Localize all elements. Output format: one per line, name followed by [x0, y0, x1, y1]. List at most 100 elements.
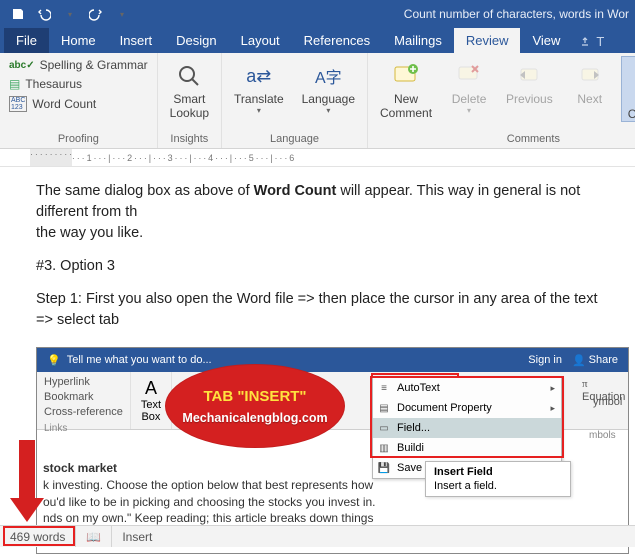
new-label: New: [394, 92, 418, 106]
bookmark-item: Bookmark: [44, 390, 123, 404]
group-label-proofing: Proofing: [6, 131, 151, 148]
next-icon: [578, 60, 602, 92]
symbol-label-cut: ymbol: [593, 396, 622, 408]
spelling-label: Spelling & Grammar: [40, 58, 148, 72]
highlight-menu: [370, 376, 564, 458]
smart-lookup-button[interactable]: Smart Lookup: [164, 56, 215, 120]
previous-label: Previous: [506, 92, 553, 106]
comment-label: Comment: [380, 106, 432, 120]
embed-doc-text: stock market k investing. Choose the opt…: [43, 460, 428, 527]
chevron-down-icon: ▾: [326, 106, 330, 115]
tab-file[interactable]: File: [4, 28, 49, 53]
status-bar: 469 words 📖 Insert: [0, 525, 635, 547]
undo-dropdown-icon[interactable]: ▾: [62, 6, 78, 22]
tell-me-text: Tell me what you want to do...: [67, 354, 212, 366]
tooltip-title: Insert Field: [434, 466, 562, 478]
word-count-button[interactable]: ABC123 Word Count: [6, 94, 151, 114]
chevron-down-icon: ▾: [257, 106, 261, 115]
next-comment-button[interactable]: Next: [565, 56, 615, 122]
proofing-icon: 📖: [86, 530, 101, 544]
group-comments: New Comment Delete ▾ Previous Next Show …: [368, 53, 635, 148]
smart-label: Smart: [173, 92, 205, 106]
word-count-value: 469 words: [10, 530, 65, 544]
tab-view[interactable]: View: [520, 28, 572, 53]
spelling-grammar-button[interactable]: abc✓ Spelling & Grammar: [6, 56, 151, 74]
group-language: a⇄ Translate ▾ A字 Language ▾ Language: [222, 53, 368, 148]
tell-me-icon[interactable]: T: [572, 30, 612, 53]
title-bar: ▾ ▾ Count number of characters, words in…: [0, 0, 635, 28]
symbols-grouplabel-cut: mbols: [589, 430, 616, 441]
links-label: Links: [44, 422, 123, 435]
tab-home[interactable]: Home: [49, 28, 108, 53]
embedded-screenshot: 💡 Tell me what you want to do... Sign in…: [36, 347, 629, 554]
show-comments-button[interactable]: Show Comments: [621, 56, 635, 122]
lightbulb-icon: 💡: [47, 354, 61, 367]
paragraph-2: #3. Option 3: [36, 256, 617, 277]
translate-label: Translate: [234, 92, 284, 106]
tab-design[interactable]: Design: [164, 28, 228, 53]
previous-comment-button[interactable]: Previous: [500, 56, 559, 122]
embed-titlebar: 💡 Tell me what you want to do... Sign in…: [37, 348, 628, 372]
delete-label: Delete: [452, 92, 487, 106]
field-tooltip: Insert Field Insert a field.: [425, 461, 571, 497]
word-count-label: Word Count: [32, 97, 96, 111]
new-comment-button[interactable]: New Comment: [374, 56, 438, 122]
ruler-margin: · · · · · · · · ·: [30, 149, 72, 167]
thesaurus-icon: ▤: [9, 77, 20, 91]
tab-mailings[interactable]: Mailings: [382, 28, 454, 53]
word-count-status[interactable]: 469 words: [0, 526, 76, 547]
tab-insert[interactable]: Insert: [108, 28, 165, 53]
embed-heading: stock market: [43, 460, 428, 477]
thesaurus-label: Thesaurus: [25, 77, 82, 91]
embed-line3: ou'd like to be in picking and choosing …: [43, 494, 428, 511]
site-watermark: Mechanicalengblog.com: [182, 411, 327, 425]
lookup-label: Lookup: [170, 106, 209, 120]
document-body[interactable]: The same dialog box as above of Word Cou…: [0, 167, 635, 347]
quick-access-toolbar: ▾ ▾: [0, 6, 140, 22]
qat-customize-icon[interactable]: ▾: [114, 6, 130, 22]
tab-references[interactable]: References: [292, 28, 382, 53]
next-label: Next: [577, 92, 602, 106]
tab-review[interactable]: Review: [454, 28, 521, 53]
equation-icon: π: [582, 378, 588, 390]
thesaurus-button[interactable]: ▤ Thesaurus: [6, 75, 151, 93]
proofing-status[interactable]: 📖: [76, 526, 112, 547]
translate-button[interactable]: a⇄ Translate ▾: [228, 56, 290, 115]
insert-mode[interactable]: Insert: [112, 526, 162, 547]
group-label-comments: Comments: [374, 131, 635, 148]
textbox-label: Text Box: [141, 399, 161, 423]
redo-icon[interactable]: [88, 6, 104, 22]
p1-a: The same dialog box as above of: [36, 183, 254, 199]
embed-links-group: Hyperlink Bookmark Cross-reference Links: [37, 372, 131, 429]
crossref-item: Cross-reference: [44, 405, 123, 419]
paragraph-1: The same dialog box as above of Word Cou…: [36, 181, 617, 244]
chevron-down-icon: ▾: [467, 106, 471, 115]
p1-d: the way you like.: [36, 225, 143, 241]
translate-icon: a⇄: [246, 60, 271, 92]
window-title: Count number of characters, words in Wor: [140, 7, 635, 21]
embed-line2: k investing. Choose the option below tha…: [43, 477, 428, 494]
smart-lookup-icon: [175, 60, 203, 92]
insert-mode-label: Insert: [122, 530, 152, 544]
share-label: Share: [589, 354, 618, 366]
delete-comment-button[interactable]: Delete ▾: [444, 56, 494, 122]
undo-icon[interactable]: [36, 6, 52, 22]
horizontal-ruler[interactable]: · · · · · · · · · · · · 1 · · · | · · · …: [0, 149, 635, 167]
group-proofing: abc✓ Spelling & Grammar ▤ Thesaurus ABC1…: [0, 53, 158, 148]
group-label-language: Language: [228, 131, 361, 148]
annotation-arrow: [10, 440, 44, 528]
save-icon[interactable]: [10, 6, 26, 22]
word-count-icon: ABC123: [9, 96, 27, 112]
tab-layout[interactable]: Layout: [229, 28, 292, 53]
share-icon: 👤: [572, 354, 586, 367]
textbox-icon: A: [145, 378, 157, 399]
ribbon-tabs: File Home Insert Design Layout Reference…: [0, 28, 635, 53]
comments-label: Comments: [628, 107, 635, 121]
group-insights: Smart Lookup Insights: [158, 53, 222, 148]
abc-check-icon: abc✓: [9, 60, 35, 71]
tooltip-body: Insert a field.: [434, 480, 562, 492]
language-button[interactable]: A字 Language ▾: [296, 56, 361, 115]
paragraph-3: Step 1: First you also open the Word fil…: [36, 289, 617, 331]
language-icon: A字: [315, 60, 342, 92]
sign-in-link: Sign in: [528, 354, 562, 366]
